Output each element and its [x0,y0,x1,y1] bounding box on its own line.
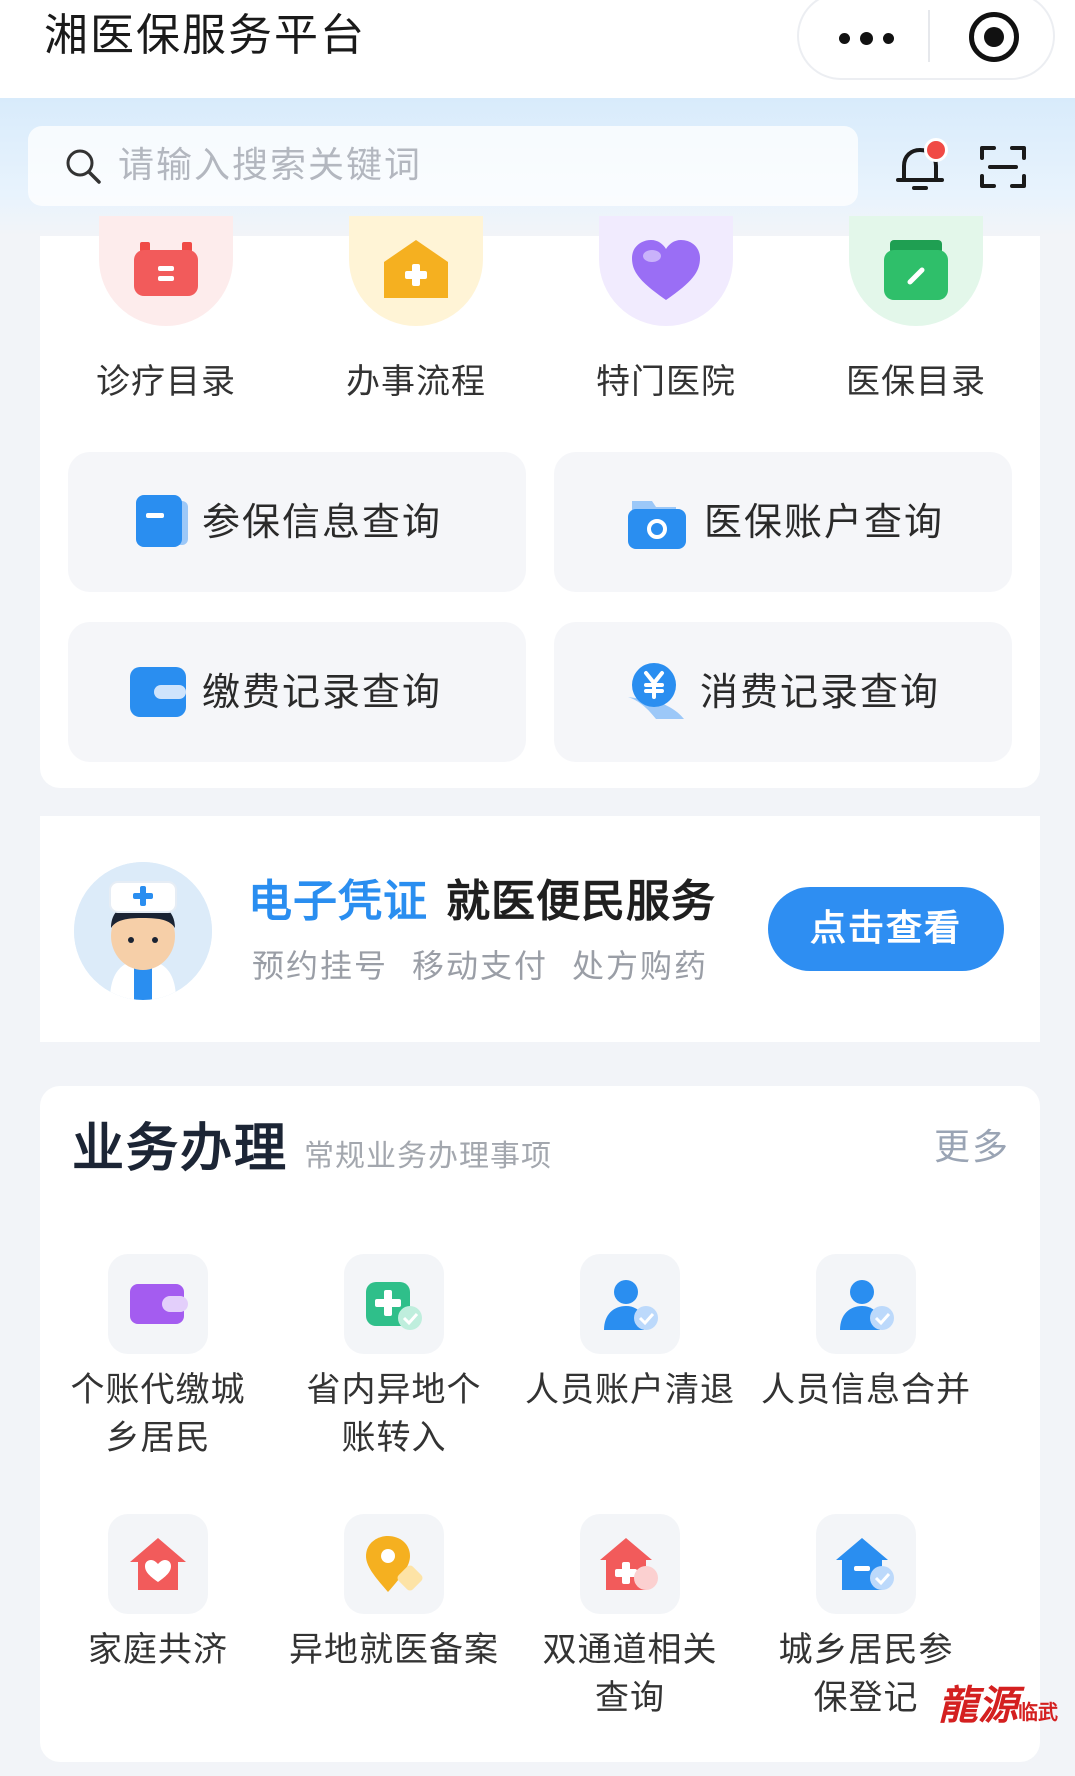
yuan-icon [628,663,684,719]
service-item[interactable]: 省内异地个账转入 [276,1254,512,1484]
banner-main-title: 就医便民服务 [446,876,716,927]
service-label: 双通道相关查询 [542,1630,718,1718]
view-button[interactable]: 点击查看 [768,887,1004,971]
banner-highlight: 电子凭证 [248,876,428,927]
scan-icon[interactable] [978,142,1028,192]
service-icon-tile [816,1254,916,1354]
search-icon [66,149,101,184]
consumption-record-query-button[interactable]: 消费记录查询 [554,622,1012,762]
app-title: 湘医保服务平台 [44,10,366,61]
heart-icon [632,240,700,300]
query-label: 缴费记录查询 [202,670,443,714]
service-label: 家庭共济 [88,1630,228,1670]
service-icon-tile [816,1514,916,1614]
watermark-text: 龍源 [938,1682,1018,1729]
service-entry-card: 诊疗目录 办事流程 特门医院 医保目录 参保信息查询 医保账户查询 缴费记录查询… [40,216,1040,788]
folder-icon [628,501,686,549]
service-icon-tile [344,1254,444,1354]
service-icon-tile [108,1254,208,1354]
query-label: 参保信息查询 [202,500,443,544]
payment-record-query-button[interactable]: 缴费记录查询 [68,622,526,762]
e-voucher-banner[interactable]: 电子凭证 就医便民服务 预约挂号 移动支付 处方购药 点击查看 [40,816,1040,1042]
service-item[interactable]: 家庭共济 [40,1514,276,1744]
service-icon-tile [580,1254,680,1354]
search-placeholder: 请输入搜索关键词 [118,145,423,186]
search-input[interactable]: 请输入搜索关键词 [28,126,858,206]
query-label: 消费记录查询 [700,670,941,714]
service-icon-tile [344,1514,444,1614]
notebook-icon [884,240,948,300]
category-special-hospital[interactable]: 特门医院 [566,216,766,416]
service-icon-tile [108,1514,208,1614]
query-label: 医保账户查询 [704,500,945,544]
service-item[interactable]: 人员账户清退 [512,1254,748,1484]
document-icon [136,495,188,547]
family-home-icon [130,1538,186,1590]
banner-tag: 预约挂号 [252,947,389,985]
wallet-icon [130,1284,188,1324]
watermark-logo: 龍源临武 [938,1682,1058,1736]
business-section: 业务办理 常规业务办理事项 更多 个账代缴城乡居民 省内异地个账转入 人员账户清… [40,1086,1040,1762]
banner-tag: 处方购药 [572,947,709,985]
category-label: 诊疗目录 [96,362,236,402]
mini-program-capsule [797,0,1055,80]
category-label: 医保目录 [846,362,986,402]
category-process-flow[interactable]: 办事流程 [316,216,516,416]
more-options-icon[interactable] [835,14,909,60]
category-label: 办事流程 [346,362,486,402]
service-label: 异地就医备案 [289,1630,499,1670]
doctor-avatar [74,862,212,1000]
banner-tag: 移动支付 [412,947,549,985]
service-icon-tile [580,1514,680,1614]
person-check-icon [604,1280,658,1330]
service-item[interactable]: 个账代缴城乡居民 [40,1254,276,1484]
service-item[interactable]: 异地就医备案 [276,1514,512,1744]
service-item[interactable]: 双通道相关查询 [512,1514,748,1744]
register-home-icon [836,1538,894,1590]
hospital-home-icon [600,1538,658,1590]
card-icon [130,667,186,717]
more-link[interactable]: 更多 [934,1124,1010,1172]
service-label: 省内异地个账转入 [306,1370,482,1458]
category-diagnosis-catalog[interactable]: 诊疗目录 [66,216,266,416]
service-label: 个账代缴城乡居民 [70,1370,246,1458]
section-title: 业务办理 [72,1119,289,1179]
banner-tags: 预约挂号 移动支付 处方购药 [252,944,732,988]
account-query-button[interactable]: 医保账户查询 [554,452,1012,592]
service-item[interactable]: 人员信息合并 [748,1254,984,1484]
person-check-icon [840,1280,894,1330]
category-insurance-catalog[interactable]: 医保目录 [816,216,1016,416]
service-label: 人员账户清退 [525,1370,735,1410]
category-label: 特门医院 [596,362,736,402]
close-mini-program-icon[interactable] [969,12,1019,62]
title-bar: 湘医保服务平台 [0,0,1075,98]
banner-title: 电子凭证 就医便民服务 [248,874,716,930]
briefcase-icon [134,242,198,296]
insured-info-query-button[interactable]: 参保信息查询 [68,452,526,592]
house-plus-icon [384,240,448,298]
notification-badge [924,138,948,162]
service-label: 人员信息合并 [761,1370,971,1410]
location-pin-icon [366,1536,423,1592]
medical-transfer-icon [366,1282,422,1330]
watermark-subtext: 临武 [1018,1700,1058,1724]
section-subtitle: 常规业务办理事项 [304,1139,552,1174]
capsule-divider [928,10,930,62]
